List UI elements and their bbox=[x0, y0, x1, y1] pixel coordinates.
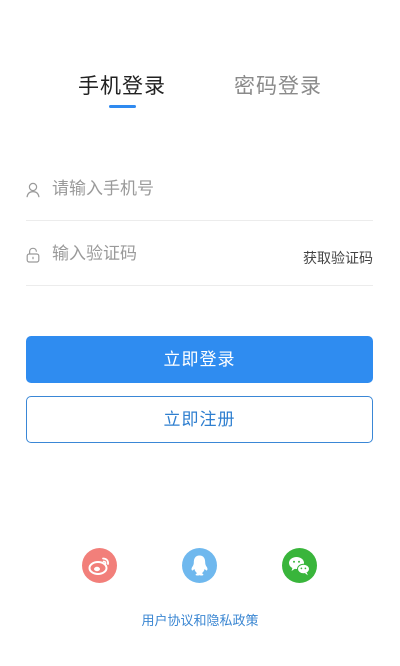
get-code-button[interactable]: 获取验证码 bbox=[303, 248, 373, 268]
weibo-login-button[interactable] bbox=[82, 548, 117, 583]
privacy-policy-link[interactable]: 用户协议和隐私政策 bbox=[0, 610, 400, 629]
login-page: 手机登录 密码登录 获取验证码 立即登录 立即注册 bbox=[0, 0, 400, 666]
tab-password-login[interactable]: 密码登录 bbox=[234, 70, 322, 100]
qq-login-button[interactable] bbox=[182, 548, 217, 583]
qq-icon bbox=[191, 555, 208, 576]
wechat-icon bbox=[289, 557, 310, 576]
user-icon bbox=[26, 182, 40, 198]
lock-icon bbox=[26, 247, 40, 263]
login-tabs: 手机登录 密码登录 bbox=[0, 70, 400, 110]
weibo-icon bbox=[88, 557, 109, 575]
verification-code-input[interactable] bbox=[52, 241, 292, 267]
register-button[interactable]: 立即注册 bbox=[26, 396, 373, 443]
phone-field bbox=[26, 156, 373, 221]
phone-input[interactable] bbox=[52, 176, 292, 202]
active-tab-indicator bbox=[109, 105, 136, 108]
wechat-login-button[interactable] bbox=[282, 548, 317, 583]
tab-phone-login[interactable]: 手机登录 bbox=[78, 70, 166, 100]
login-button[interactable]: 立即登录 bbox=[26, 336, 373, 383]
verification-code-field: 获取验证码 bbox=[26, 221, 373, 286]
